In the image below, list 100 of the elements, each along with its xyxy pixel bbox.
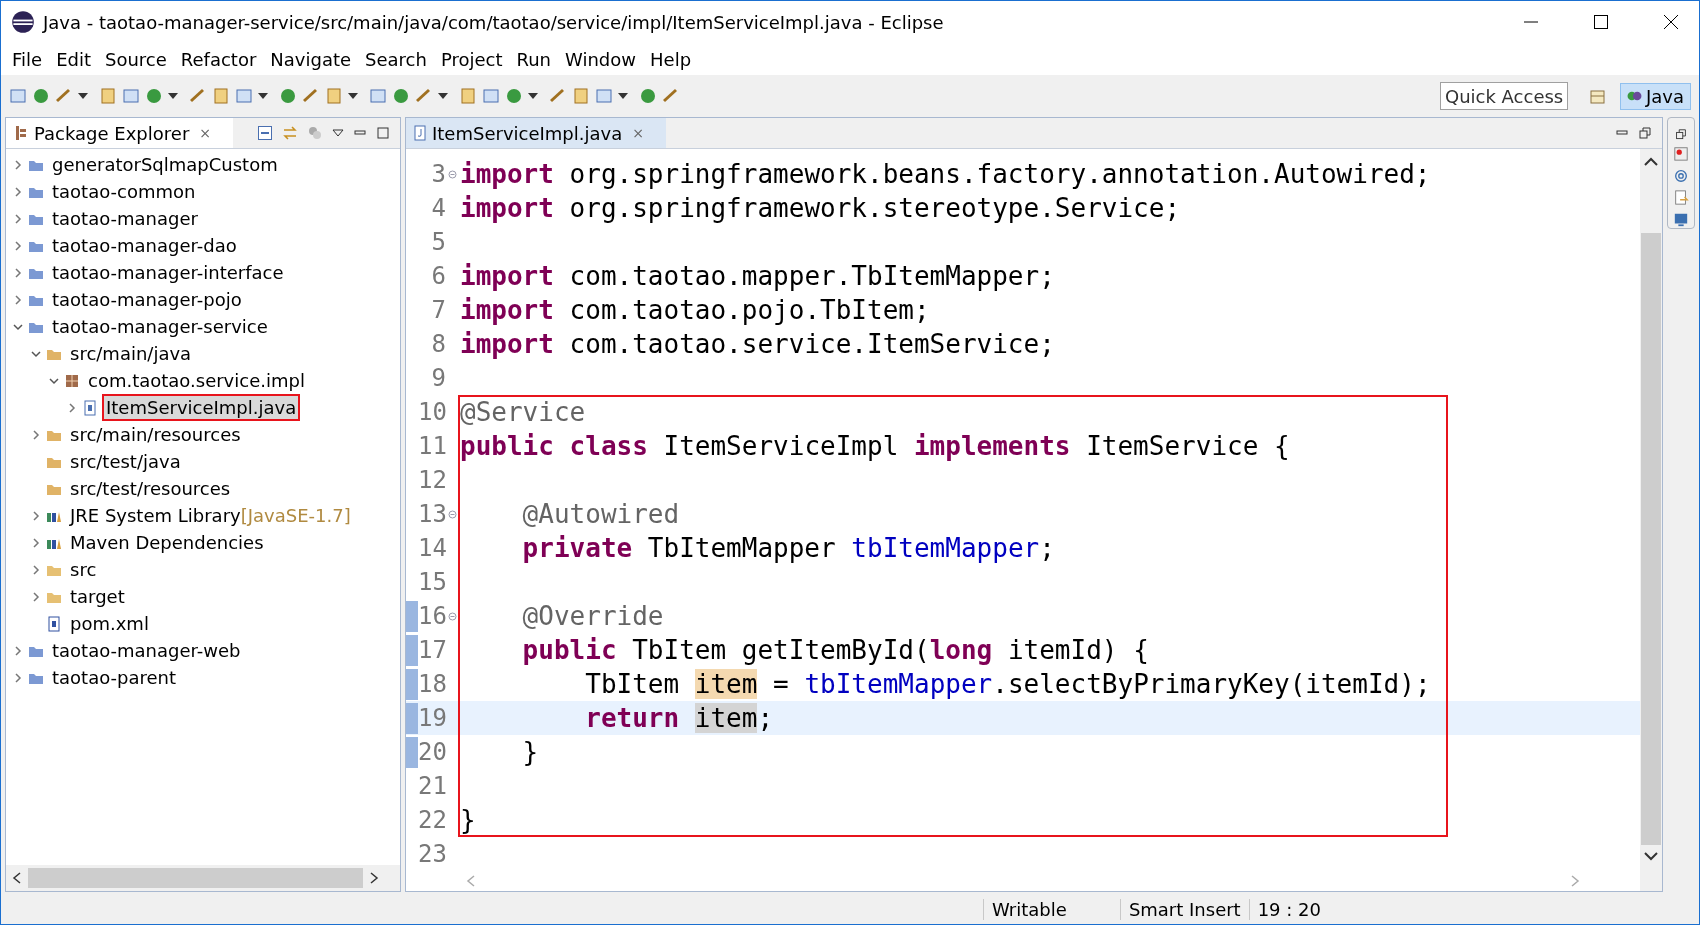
- xml-file-icon: [46, 615, 62, 632]
- java-perspective-button[interactable]: Java: [1619, 82, 1691, 110]
- menu-item[interactable]: Edit: [49, 46, 98, 72]
- collapsed-chevron-icon[interactable]: [12, 671, 24, 684]
- tree-item[interactable]: generatorSqlmapCustom: [48, 151, 282, 178]
- code-line: }: [460, 805, 476, 835]
- dropdown-caret-icon[interactable]: [78, 93, 88, 99]
- close-icon[interactable]: ×: [199, 125, 211, 141]
- line-number: 5: [430, 228, 446, 256]
- collapsed-chevron-icon[interactable]: [12, 293, 24, 306]
- collapsed-chevron-icon[interactable]: [12, 185, 24, 198]
- tree-item[interactable]: taotao-manager-web: [48, 637, 245, 664]
- change-marker: [406, 600, 418, 632]
- dropdown-caret-icon[interactable]: [438, 93, 448, 99]
- dropdown-caret-icon[interactable]: [168, 93, 178, 99]
- tree-item[interactable]: pom.xml: [66, 610, 153, 637]
- code-line: import org.springframework.beans.factory.annotation.Autowired;: [460, 159, 1431, 189]
- tree-item[interactable]: taotao-common: [48, 178, 200, 205]
- open-perspective-icon[interactable]: [1588, 87, 1607, 105]
- status-field: 19 : 20: [1248, 898, 1329, 920]
- dropdown-caret-icon[interactable]: [618, 93, 628, 99]
- menu-item[interactable]: Run: [509, 46, 559, 72]
- code-line: import com.taotao.service.ItemService;: [460, 329, 1055, 359]
- fold-icon[interactable]: [447, 611, 457, 621]
- collapsed-chevron-icon[interactable]: [30, 536, 42, 549]
- line-number: 19: [418, 704, 446, 732]
- document-icon[interactable]: [1672, 190, 1690, 207]
- menu-item[interactable]: Help: [643, 46, 699, 72]
- code-line: @Service: [460, 397, 586, 427]
- status-field: Writable: [982, 898, 1120, 920]
- menu-item[interactable]: Navigate: [263, 46, 359, 72]
- monitor-icon[interactable]: [1672, 212, 1690, 228]
- vertical-scrollbar-thumb[interactable]: [1641, 233, 1661, 845]
- tree-item[interactable]: JRE System Library[JavaSE-1.7]: [66, 502, 355, 529]
- line-number: 15: [418, 568, 446, 596]
- package-explorer-tab[interactable]: Package Explorer ×: [6, 118, 233, 148]
- collapsed-chevron-icon[interactable]: [12, 239, 24, 252]
- menu-item[interactable]: Window: [558, 46, 643, 72]
- quick-access-field[interactable]: Quick Access: [1439, 82, 1568, 110]
- dropdown-caret-icon[interactable]: [528, 93, 538, 99]
- fold-icon[interactable]: [447, 509, 457, 519]
- restore-icon[interactable]: [1674, 128, 1688, 141]
- editor-tab[interactable]: ItemServiceImpl.java ×: [406, 118, 666, 148]
- collapsed-chevron-icon[interactable]: [66, 401, 78, 414]
- tree-item[interactable]: Maven Dependencies: [66, 529, 268, 556]
- tree-item[interactable]: taotao-parent: [48, 664, 181, 691]
- scroll-right-icon[interactable]: [369, 872, 379, 884]
- line-number: 13: [418, 500, 446, 528]
- maximize-icon[interactable]: [1593, 14, 1609, 30]
- fold-icon[interactable]: [447, 169, 457, 179]
- tree-item[interactable]: src/test/java: [66, 448, 185, 475]
- collapse-all-icon[interactable]: [257, 125, 273, 141]
- restore-icon[interactable]: [1638, 126, 1652, 140]
- tree-item[interactable]: taotao-manager-interface: [48, 259, 288, 286]
- tree-item[interactable]: src/main/resources: [66, 421, 245, 448]
- collapsed-chevron-icon[interactable]: [30, 428, 42, 441]
- scroll-left-icon[interactable]: [12, 872, 22, 884]
- change-marker: [406, 668, 418, 700]
- package-explorer-icon: [14, 125, 28, 141]
- scroll-up-icon[interactable]: [1644, 157, 1658, 167]
- tree-item[interactable]: ItemServiceImpl.java: [102, 394, 301, 421]
- code-line: TbItem item = tbItemMapper.selectByPrimaryKey(itemId);: [584, 669, 1431, 699]
- tree-item[interactable]: taotao-manager-pojo: [48, 286, 246, 313]
- scroll-down-icon[interactable]: [1644, 851, 1658, 861]
- menu-item[interactable]: Refactor: [173, 46, 264, 72]
- collapsed-chevron-icon[interactable]: [30, 563, 42, 576]
- close-icon[interactable]: [1663, 14, 1679, 30]
- collapsed-chevron-icon[interactable]: [12, 266, 24, 279]
- collapsed-chevron-icon[interactable]: [30, 590, 42, 603]
- menu-item[interactable]: File: [5, 46, 50, 72]
- tree-item[interactable]: taotao-manager-dao: [48, 232, 241, 259]
- collapsed-chevron-icon[interactable]: [12, 158, 24, 171]
- link-editor-icon[interactable]: [282, 125, 298, 141]
- close-icon[interactable]: ×: [632, 125, 644, 141]
- tree-item[interactable]: taotao-manager-service: [48, 313, 272, 340]
- perspective-icon: [1626, 91, 1642, 101]
- menu-item[interactable]: Search: [358, 46, 434, 72]
- code-line: }: [521, 737, 539, 767]
- problems-icon[interactable]: [1672, 146, 1690, 163]
- menu-item[interactable]: Source: [98, 46, 174, 72]
- horizontal-scrollbar-thumb[interactable]: [28, 868, 363, 888]
- dropdown-caret-icon[interactable]: [348, 93, 358, 99]
- collapsed-chevron-icon[interactable]: [30, 509, 42, 522]
- tree-item[interactable]: src/main/java: [66, 340, 196, 367]
- tree-item[interactable]: src: [66, 556, 101, 583]
- collapsed-chevron-icon[interactable]: [12, 644, 24, 657]
- tree-item[interactable]: target: [66, 583, 129, 610]
- tree-item[interactable]: taotao-manager: [48, 205, 202, 232]
- change-marker: [406, 702, 418, 734]
- code-line: @Override: [521, 601, 664, 631]
- code-line: import com.taotao.pojo.TbItem;: [460, 295, 930, 325]
- tree-item[interactable]: src/test/resources: [66, 475, 235, 502]
- line-number: 8: [430, 330, 446, 358]
- tree-item[interactable]: com.taotao.service.impl: [84, 367, 309, 394]
- line-number: 23: [418, 840, 446, 868]
- dropdown-caret-icon[interactable]: [258, 93, 268, 99]
- view-menu-icon[interactable]: [332, 129, 344, 137]
- collapsed-chevron-icon[interactable]: [12, 212, 24, 225]
- menu-item[interactable]: Project: [433, 46, 510, 72]
- line-number: 10: [418, 398, 446, 426]
